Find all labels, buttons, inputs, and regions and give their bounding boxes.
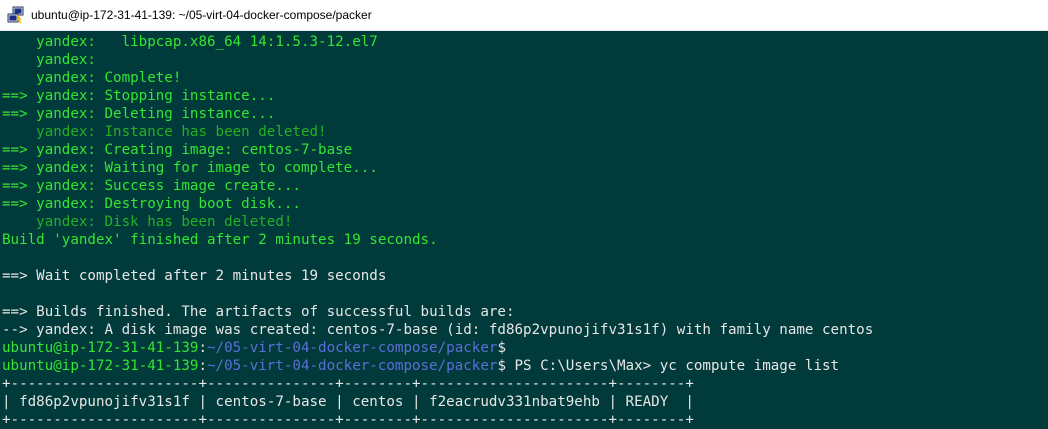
terminal-line: +----------------------+---------------+… xyxy=(2,375,1048,393)
terminal-line: ==> Wait completed after 2 minutes 19 se… xyxy=(2,267,1048,285)
terminal-output[interactable]: yandex: libpcap.x86_64 14:1.5.3-12.el7 y… xyxy=(0,31,1048,429)
terminal-line: yandex: Instance has been deleted! xyxy=(2,123,1048,141)
terminal-text: : xyxy=(198,358,208,374)
terminal-line: | fd86p2vpunojifv31s1f | centos-7-base |… xyxy=(2,393,1048,411)
terminal-text: ubuntu@ip-172-31-41-139 xyxy=(2,340,199,356)
putty-icon[interactable] xyxy=(7,6,25,24)
terminal-line: yandex: libpcap.x86_64 14:1.5.3-12.el7 xyxy=(2,33,1048,51)
terminal-line: ==> yandex: Success image create... xyxy=(2,177,1048,195)
terminal-text: ==> yandex: Destroying boot disk... xyxy=(2,196,301,212)
terminal-line: ubuntu@ip-172-31-41-139:~/05-virt-04-doc… xyxy=(2,339,1048,357)
terminal-text: Build 'yandex' finished after 2 minutes … xyxy=(2,232,438,248)
terminal-text: ==> Wait completed after 2 minutes 19 se… xyxy=(2,268,387,284)
terminal-text: ==> yandex: Waiting for image to complet… xyxy=(2,160,378,176)
terminal-text: yandex: Instance has been deleted! xyxy=(2,124,327,140)
terminal-text: --> yandex: A disk image was created: ce… xyxy=(2,322,874,338)
terminal-line: ==> yandex: Stopping instance... xyxy=(2,87,1048,105)
terminal-text: | fd86p2vpunojifv31s1f | centos-7-base |… xyxy=(2,394,694,410)
terminal-line: yandex: xyxy=(2,51,1048,69)
terminal-text: ==> yandex: Stopping instance... xyxy=(2,88,276,104)
terminal-text: yandex: xyxy=(2,52,96,68)
terminal-line: yandex: Complete! xyxy=(2,69,1048,87)
title-bar[interactable]: ubuntu@ip-172-31-41-139: ~/05-virt-04-do… xyxy=(0,0,1048,31)
terminal-line: yandex: Disk has been deleted! xyxy=(2,213,1048,231)
terminal-line: --> yandex: A disk image was created: ce… xyxy=(2,321,1048,339)
terminal-line: Build 'yandex' finished after 2 minutes … xyxy=(2,231,1048,249)
terminal-text: yandex: Complete! xyxy=(2,70,182,86)
terminal-line: ==> Builds finished. The artifacts of su… xyxy=(2,303,1048,321)
terminal-text: : xyxy=(198,340,208,356)
terminal-line: ==> yandex: Deleting instance... xyxy=(2,105,1048,123)
terminal-text: ubuntu@ip-172-31-41-139 xyxy=(2,358,199,374)
terminal-line: ==> yandex: Creating image: centos-7-bas… xyxy=(2,141,1048,159)
terminal-text: ~/05-virt-04-docker-compose/packer xyxy=(207,340,498,356)
terminal-text: yandex: Disk has been deleted! xyxy=(2,214,293,230)
terminal-text: ~/05-virt-04-docker-compose/packer xyxy=(207,358,498,374)
terminal-line: ==> yandex: Destroying boot disk... xyxy=(2,195,1048,213)
terminal-text: +----------------------+---------------+… xyxy=(2,376,694,392)
terminal-text: ==> Builds finished. The artifacts of su… xyxy=(2,304,515,320)
terminal-text: ==> yandex: Success image create... xyxy=(2,178,301,194)
terminal-text: $ PS C:\Users\Max> yc compute image list xyxy=(497,358,840,374)
terminal-line: +----------------------+---------------+… xyxy=(2,411,1048,429)
terminal-line: ==> yandex: Waiting for image to complet… xyxy=(2,159,1048,177)
terminal-text: ==> yandex: Creating image: centos-7-bas… xyxy=(2,142,353,158)
terminal-text: ==> yandex: Deleting instance... xyxy=(2,106,276,122)
terminal-text: yandex: libpcap.x86_64 14:1.5.3-12.el7 xyxy=(2,34,378,50)
terminal-line: ubuntu@ip-172-31-41-139:~/05-virt-04-doc… xyxy=(2,357,1048,375)
terminal-text: $ xyxy=(497,340,506,356)
terminal-text: +----------------------+---------------+… xyxy=(2,412,694,428)
window-title: ubuntu@ip-172-31-41-139: ~/05-virt-04-do… xyxy=(31,8,372,22)
terminal-window: ubuntu@ip-172-31-41-139: ~/05-virt-04-do… xyxy=(0,0,1048,429)
